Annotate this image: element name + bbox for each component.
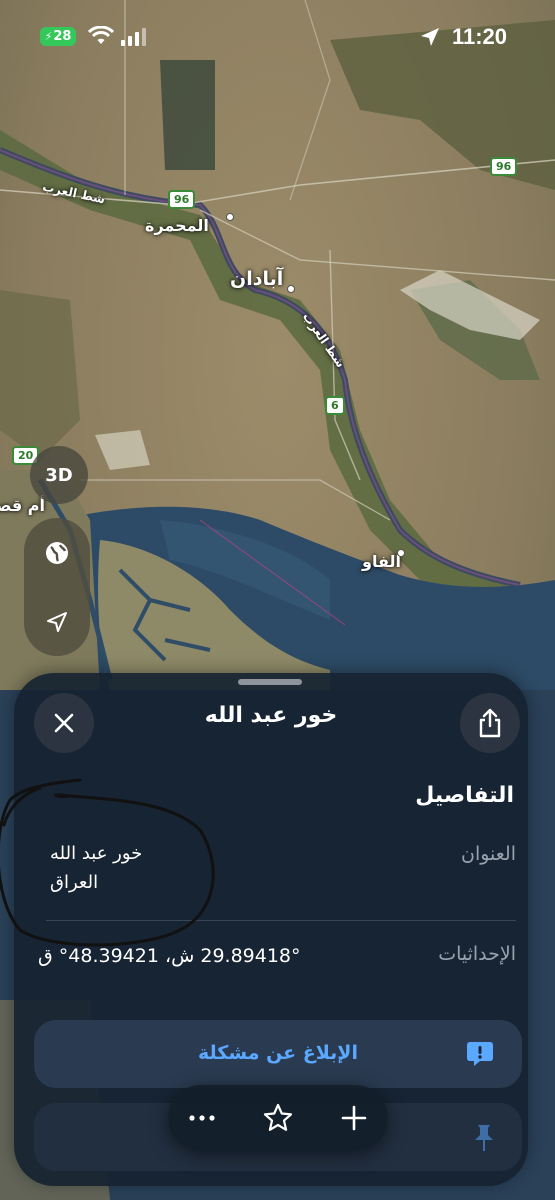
- sheet-grabber[interactable]: [238, 679, 302, 685]
- battery-indicator: ⚡ 28: [40, 27, 76, 46]
- star-icon: [263, 1103, 293, 1131]
- wifi-icon: [88, 26, 114, 44]
- plus-icon: [341, 1105, 367, 1131]
- battery-level: 28: [53, 29, 72, 44]
- city-dot: [287, 285, 295, 293]
- globe-icon: [46, 541, 68, 564]
- city-dot: [226, 213, 234, 221]
- location-arrow-icon: [47, 611, 67, 632]
- share-icon: [479, 708, 501, 738]
- details-heading: التفاصيل: [415, 783, 514, 808]
- place-title: خور عبد الله: [204, 703, 338, 728]
- add-button[interactable]: [324, 1085, 384, 1151]
- map-label-umm-qasr[interactable]: أم قصر: [0, 496, 45, 515]
- road-shield-96: 96: [168, 190, 196, 209]
- address-label: العنوان: [460, 843, 516, 865]
- map-label-mohammerah[interactable]: المحمرة: [145, 216, 209, 235]
- report-issue-label: الإبلاغ عن مشكلة: [198, 1042, 358, 1064]
- report-bubble-icon: [467, 1042, 493, 1066]
- more-button[interactable]: [172, 1085, 232, 1151]
- report-issue-button[interactable]: الإبلاغ عن مشكلة: [34, 1020, 522, 1088]
- coordinates-label: الإحداثيات: [438, 943, 516, 965]
- status-bar: ⚡ 28 11:20: [0, 0, 555, 74]
- locate-me-button[interactable]: [24, 587, 90, 656]
- favorite-button[interactable]: [248, 1085, 308, 1151]
- city-dot: [397, 549, 405, 557]
- pin-icon: [475, 1125, 493, 1151]
- toggle-3d-label: 3D: [45, 464, 73, 486]
- clock: 11:20: [451, 24, 507, 49]
- map-label-fao[interactable]: الفاو: [362, 552, 401, 571]
- road-shield-6: 6: [325, 396, 345, 415]
- close-button[interactable]: [34, 693, 94, 753]
- map-controls: [24, 518, 90, 656]
- close-icon: [54, 713, 74, 733]
- share-button[interactable]: [460, 693, 520, 753]
- ellipsis-icon: [189, 1115, 215, 1121]
- toggle-3d-button[interactable]: 3D: [30, 446, 88, 504]
- road-shield-96: 96: [490, 157, 518, 176]
- location-arrow-icon: [421, 28, 439, 46]
- map-style-button[interactable]: [24, 518, 90, 587]
- signal-icon: [121, 28, 146, 46]
- handwritten-circle-annotation: [0, 778, 215, 947]
- actions-pill: [168, 1085, 388, 1151]
- map-label-abadan[interactable]: آبادان: [230, 268, 283, 290]
- charging-icon: ⚡: [44, 30, 53, 43]
